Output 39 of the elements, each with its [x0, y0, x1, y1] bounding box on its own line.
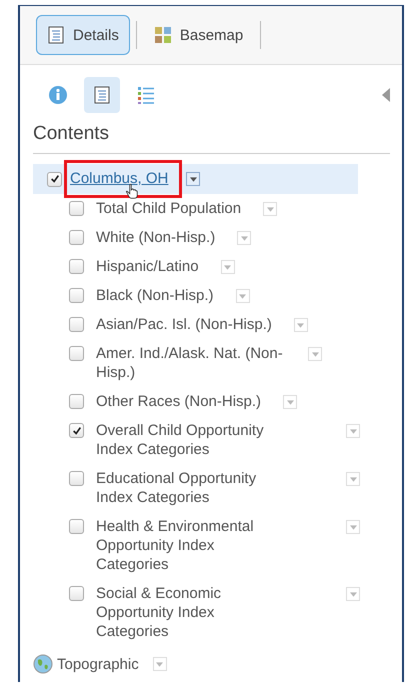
layer-name: Educational Opportunity Index Categories [96, 469, 258, 507]
checkbox[interactable] [69, 317, 84, 332]
globe-icon [33, 654, 53, 674]
checkbox[interactable] [69, 519, 84, 534]
checkbox[interactable] [69, 201, 84, 216]
tab-button[interactable]: Details [36, 15, 130, 55]
layer-name: Overall Child Opportunity Index Categories [96, 421, 265, 459]
layer-name: Other Races (Non-Hisp.) [96, 392, 262, 411]
checkbox[interactable] [69, 346, 84, 361]
collapse-arrow-icon[interactable] [382, 88, 390, 102]
checkbox[interactable] [69, 423, 84, 438]
checkbox[interactable] [69, 259, 84, 274]
info-icon [48, 85, 68, 105]
hand-cursor-icon [126, 184, 138, 199]
checkbox[interactable] [47, 172, 62, 186]
grid-tiles-icon [154, 26, 172, 44]
section-title: Contents [33, 122, 110, 146]
basemap-name: Topographic [57, 656, 139, 672]
layer-name: Social & Economic Opportunity Index Categories [96, 584, 222, 641]
content-button[interactable] [84, 77, 120, 113]
checkbox[interactable] [69, 394, 84, 409]
layer-name: Black (Non-Hisp.) [96, 286, 214, 305]
document-list-icon [92, 85, 112, 105]
checkbox[interactable] [69, 471, 84, 486]
layer-name: Total Child Population [96, 199, 242, 218]
check-icon [50, 174, 60, 184]
layer-name: Amer. Ind./Alask. Nat. (Non-Hisp.) [96, 344, 284, 382]
legend-list-icon [136, 85, 156, 105]
check-icon [72, 426, 82, 436]
tab-button[interactable]: Basemap [142, 15, 254, 55]
layer-name: Health & Environmental Opportunity Index Categories [96, 517, 255, 574]
layer-link[interactable]: Columbus, OH [70, 170, 168, 187]
layer-name: Hispanic/Latino [96, 257, 199, 276]
checkbox[interactable] [69, 288, 84, 303]
document-list-icon [47, 26, 65, 44]
checkbox[interactable] [69, 586, 84, 601]
layer-name: White (Non-Hisp.) [96, 228, 216, 247]
checkbox[interactable] [69, 230, 84, 245]
layer-name: Asian/Pac. Isl. (Non-Hisp.) [96, 315, 272, 334]
